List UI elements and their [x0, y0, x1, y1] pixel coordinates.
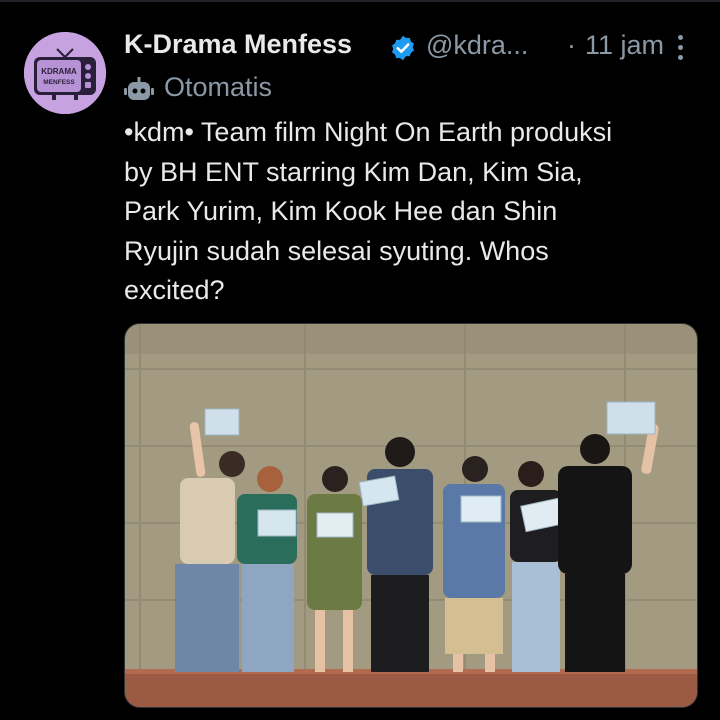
- meta-separator: ·: [567, 30, 576, 60]
- person: [443, 456, 505, 672]
- author-handle[interactable]: @kdra...: [426, 30, 528, 61]
- post-text-line: by BH ENT starring Kim Dan, Kim Sia,: [124, 156, 583, 187]
- post-header: K-Drama Menfess @kdra... · 11 jam: [124, 29, 696, 69]
- post-text: •kdm• Team film Night On Earth produksi …: [124, 113, 699, 311]
- verified-badge-icon[interactable]: [389, 34, 417, 62]
- author-display-name[interactable]: K-Drama Menfess: [124, 29, 352, 60]
- post-timestamp[interactable]: 11 jam: [585, 30, 664, 61]
- post-text-line: Park Yurim, Kim Kook Hee dan Shin: [124, 196, 558, 226]
- avatar-logo-text-2: MENFESS: [43, 79, 75, 86]
- person: [510, 461, 564, 672]
- avatar-logo-text-1: KDRAMA: [41, 67, 77, 76]
- post-photo[interactable]: [124, 323, 698, 708]
- robot-icon: [124, 77, 154, 103]
- post-text-line: Ryujin sudah selesai syuting. Whos: [124, 235, 549, 266]
- post-text-line: •kdm• Team film Night On Earth produksi: [124, 117, 613, 147]
- top-divider: [0, 0, 720, 2]
- avatar[interactable]: KDRAMA MENFESS: [24, 32, 106, 114]
- person: [237, 466, 297, 672]
- more-options-icon[interactable]: [668, 35, 692, 65]
- automated-label-text: Otomatis: [164, 72, 273, 102]
- post-text-line: excited?: [124, 275, 225, 305]
